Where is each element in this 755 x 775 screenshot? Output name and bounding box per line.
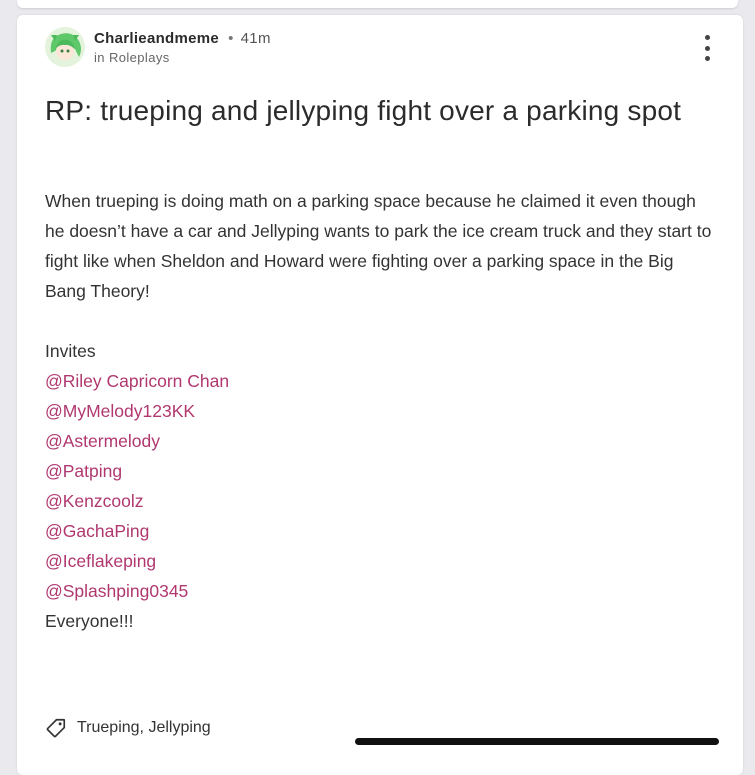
post-tags: Trueping, Jellyping xyxy=(45,717,211,739)
community-link[interactable]: Roleplays xyxy=(109,50,170,65)
post-time: 41m xyxy=(240,29,271,47)
mention-link[interactable]: @Splashping0345 xyxy=(45,576,229,606)
community-prefix: in xyxy=(94,50,105,65)
post-card: Charlieandmeme • 41m in Roleplays RP: tr… xyxy=(17,15,743,775)
avatar-image xyxy=(45,27,85,67)
author-avatar[interactable] xyxy=(45,27,85,67)
more-vertical-icon-dot xyxy=(704,45,710,51)
invites-section: Invites @Riley Capricorn Chan @MyMelody1… xyxy=(45,336,229,636)
mention-link[interactable]: @Iceflakeping xyxy=(45,546,229,576)
previous-post-card-edge xyxy=(17,0,738,8)
tags-text[interactable]: Trueping, Jellyping xyxy=(77,719,211,737)
mention-link[interactable]: @Astermelody xyxy=(45,426,229,456)
mention-link[interactable]: @Kenzcoolz xyxy=(45,486,229,516)
mention-link[interactable]: @Riley Capricorn Chan xyxy=(45,366,229,396)
more-vertical-icon-dot xyxy=(704,56,710,61)
post-body-text: When trueping is doing math on a parking… xyxy=(45,191,712,301)
author-line: Charlieandmeme • 41m xyxy=(94,29,271,47)
post-body: When trueping is doing math on a parking… xyxy=(45,186,715,306)
meta-separator: • xyxy=(228,29,234,47)
home-indicator[interactable] xyxy=(355,738,719,745)
tag-icon xyxy=(46,718,66,738)
community-line: in Roleplays xyxy=(94,50,170,65)
mention-link[interactable]: @GachaPing xyxy=(45,516,229,546)
invites-label: Invites xyxy=(45,341,96,361)
invites-closing: Everyone!!! xyxy=(45,611,134,631)
mention-link[interactable]: @Patping xyxy=(45,456,229,486)
more-vertical-icon xyxy=(704,35,710,40)
more-options-button[interactable] xyxy=(699,35,715,61)
author-name[interactable]: Charlieandmeme xyxy=(94,30,219,47)
post-title: RP: trueping and jellyping fight over a … xyxy=(45,95,682,126)
mention-link[interactable]: @MyMelody123KK xyxy=(45,396,229,426)
